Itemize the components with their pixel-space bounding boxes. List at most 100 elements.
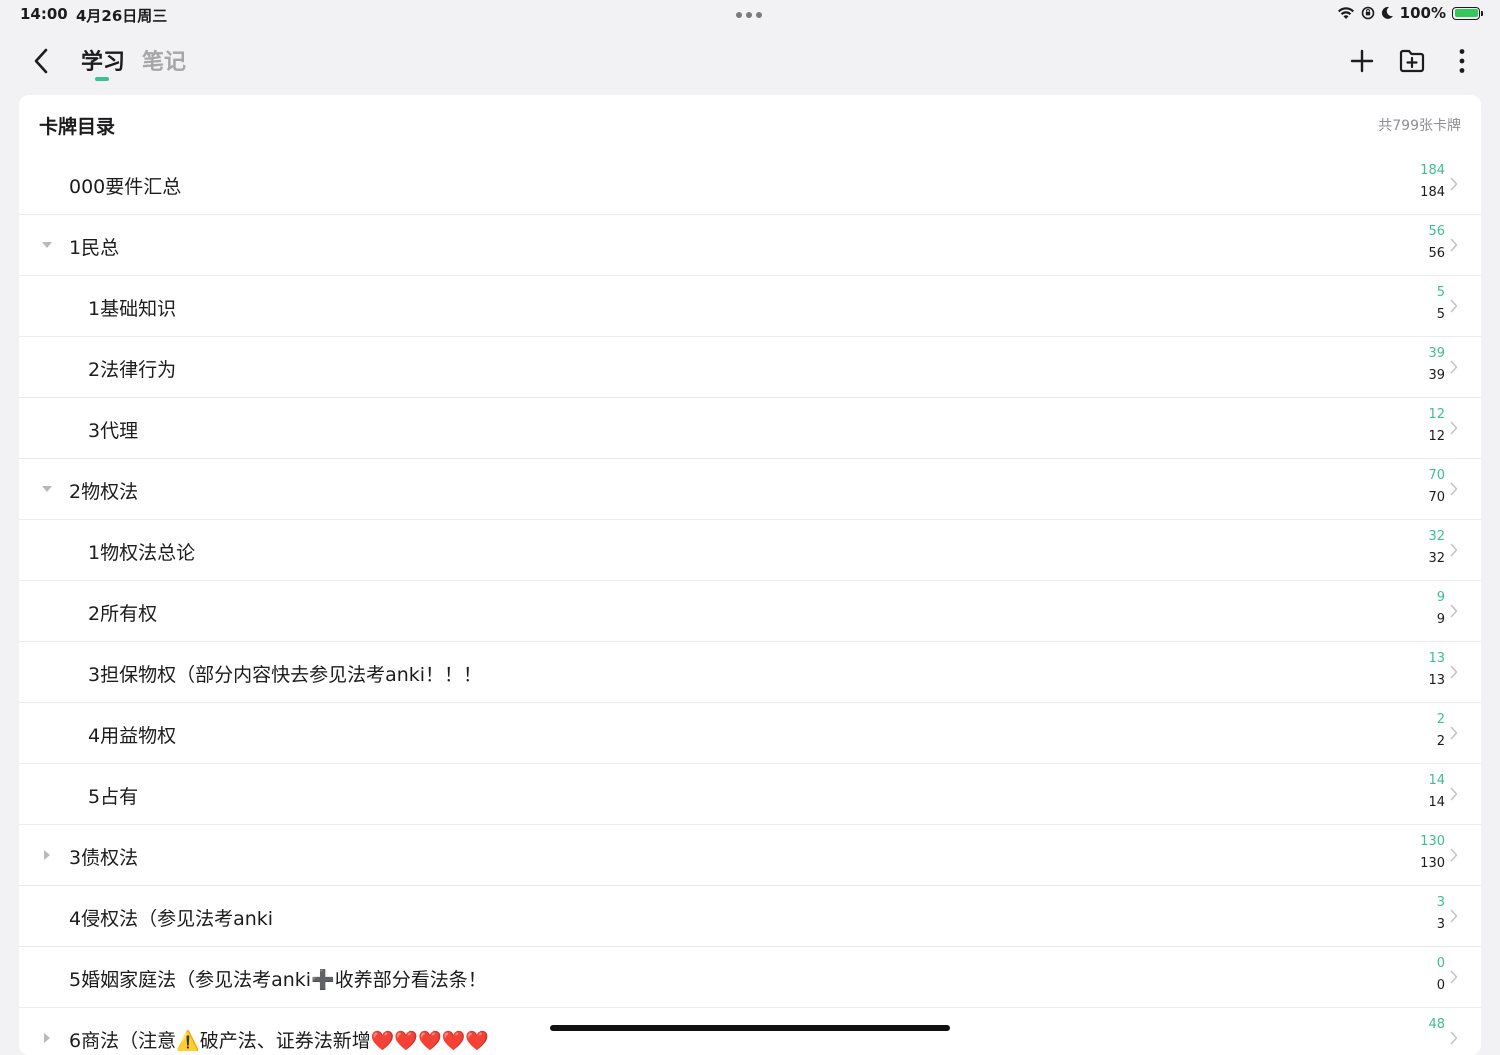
deck-name: 1基础知识 [88,298,177,320]
deck-row[interactable]: 1物权法总论 32 32 [19,520,1481,581]
total-card-count: 39 [1428,368,1445,383]
total-card-count: 70 [1428,490,1445,505]
deck-row[interactable]: 5婚姻家庭法（参见法考anki➕收养部分看法条！ 0 0 [19,947,1481,1008]
new-card-count: 48 [1428,1017,1445,1032]
status-date: 4月26日周三 [76,7,168,25]
total-card-count: 12 [1428,429,1445,444]
deck-name: 2物权法 [69,481,139,503]
chevron-right-icon [1449,785,1459,803]
deck-row[interactable]: 3代理 12 12 [19,398,1481,459]
deck-name: 3担保物权（部分内容快去参见法考anki！！！ [88,664,483,686]
chevron-right-icon [1449,480,1459,498]
deck-row[interactable]: 1民总 56 56 [19,215,1481,276]
nav-bar: 学习 笔记 [0,30,1500,94]
chevron-right-icon [1449,1029,1459,1047]
deck-row[interactable]: 5占有 14 14 [19,764,1481,825]
chevron-right-icon [1449,602,1459,620]
caret-down-icon[interactable] [41,239,53,251]
add-icon [1350,49,1374,73]
status-bar: 14:00 4月26日周三 100% [0,0,1500,30]
total-card-count: 13 [1428,673,1445,688]
deck-row[interactable]: 2法律行为 39 39 [19,337,1481,398]
new-folder-icon [1399,49,1425,73]
status-time: 14:00 [20,5,68,23]
deck-name: 4侵权法（参见法考anki [69,908,274,930]
total-card-count: 9 [1436,612,1445,627]
new-card-count: 3 [1436,895,1445,910]
deck-name: 6商法（注意⚠️破产法、证券法新增❤️❤️❤️❤️❤️ [69,1030,490,1052]
orientation-lock-icon [1361,6,1374,20]
tab-study[interactable]: 学习 [81,44,125,76]
chevron-right-icon [1449,968,1459,986]
deck-row[interactable]: 3债权法 130 130 [19,825,1481,886]
chevron-right-icon [1449,358,1459,376]
deck-name: 3代理 [88,420,139,442]
caret-right-icon[interactable] [41,849,53,861]
new-card-count: 9 [1436,590,1445,605]
total-card-count: 2 [1436,734,1445,749]
new-card-count: 14 [1428,773,1445,788]
battery-percent: 100% [1399,4,1446,22]
home-indicator[interactable] [550,1025,950,1031]
deck-name: 5婚姻家庭法（参见法考anki➕收养部分看法条！ [69,969,487,991]
nav-actions [1348,46,1476,76]
deck-row[interactable]: 2物权法 70 70 [19,459,1481,520]
wifi-icon [1337,7,1354,19]
chevron-right-icon [1449,419,1459,437]
new-card-count: 5 [1436,285,1445,300]
more-button[interactable] [1448,46,1476,76]
deck-row[interactable]: 2所有权 9 9 [19,581,1481,642]
new-card-count: 2 [1436,712,1445,727]
total-card-count: 3 [1436,917,1445,932]
deck-row[interactable]: 000要件汇总 184 184 [19,154,1481,215]
catalog-total-count: 共799张卡牌 [1378,118,1461,134]
total-card-count: 56 [1428,246,1445,261]
chevron-left-icon [34,48,48,74]
total-card-count: 0 [1436,978,1445,993]
catalog-title: 卡牌目录 [39,116,116,138]
deck-row[interactable]: 6商法（注意⚠️破产法、证券法新增❤️❤️❤️❤️❤️ 48 [19,1008,1481,1055]
deck-row[interactable]: 3担保物权（部分内容快去参见法考anki！！！ 13 13 [19,642,1481,703]
deck-row[interactable]: 4侵权法（参见法考anki 3 3 [19,886,1481,947]
catalog-header: 卡牌目录 共799张卡牌 [19,95,1481,154]
add-button[interactable] [1348,46,1376,76]
deck-name: 4用益物权 [88,725,177,747]
battery-icon [1452,6,1483,20]
chevron-right-icon [1449,297,1459,315]
deck-name: 1物权法总论 [88,542,196,564]
active-tab-indicator [95,77,109,81]
deck-name: 2所有权 [88,603,158,625]
deck-name: 000要件汇总 [69,176,182,198]
deck-row[interactable]: 1基础知识 5 5 [19,276,1481,337]
deck-name: 3债权法 [69,847,139,869]
new-card-count: 39 [1428,346,1445,361]
total-card-count: 5 [1436,307,1445,322]
new-card-count: 12 [1428,407,1445,422]
deck-row[interactable]: 4用益物权 2 2 [19,703,1481,764]
back-button[interactable] [26,46,56,76]
new-card-count: 70 [1428,468,1445,483]
chevron-right-icon [1449,907,1459,925]
total-card-count: 14 [1428,795,1445,810]
multitasking-dots-icon[interactable] [736,12,762,18]
caret-right-icon[interactable] [41,1032,53,1044]
new-card-count: 56 [1428,224,1445,239]
deck-list: 000要件汇总 184 184 1民总 56 56 1基础知识 5 5 2法律行为 39 39 3代理 1… [19,154,1481,1055]
chevron-right-icon [1449,663,1459,681]
total-card-count: 130 [1420,856,1445,871]
chevron-right-icon [1449,236,1459,254]
total-card-count: 32 [1428,551,1445,566]
deck-name: 2法律行为 [88,359,177,381]
new-card-count: 13 [1428,651,1445,666]
new-card-count: 32 [1428,529,1445,544]
new-folder-button[interactable] [1398,46,1426,76]
deck-name: 5占有 [88,786,139,808]
moon-icon [1381,6,1393,19]
caret-down-icon[interactable] [41,483,53,495]
tab-notes[interactable]: 笔记 [142,44,186,76]
card-catalog: 卡牌目录 共799张卡牌 000要件汇总 184 184 1民总 56 56 1基础知识 5 5… [19,95,1481,1055]
new-card-count: 184 [1420,163,1445,178]
status-indicators: 100% [1337,4,1483,22]
more-icon [1459,49,1465,73]
chevron-right-icon [1449,724,1459,742]
